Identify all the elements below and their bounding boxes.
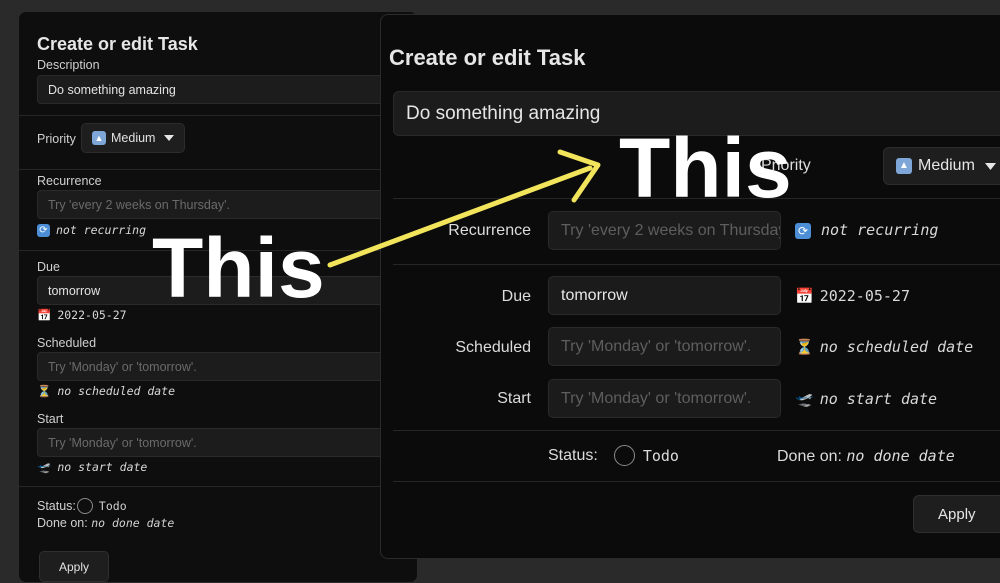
annotation-arrow: [327, 149, 601, 268]
annotation-text-right: This: [619, 121, 792, 215]
annotation-text-left: This: [152, 221, 325, 315]
